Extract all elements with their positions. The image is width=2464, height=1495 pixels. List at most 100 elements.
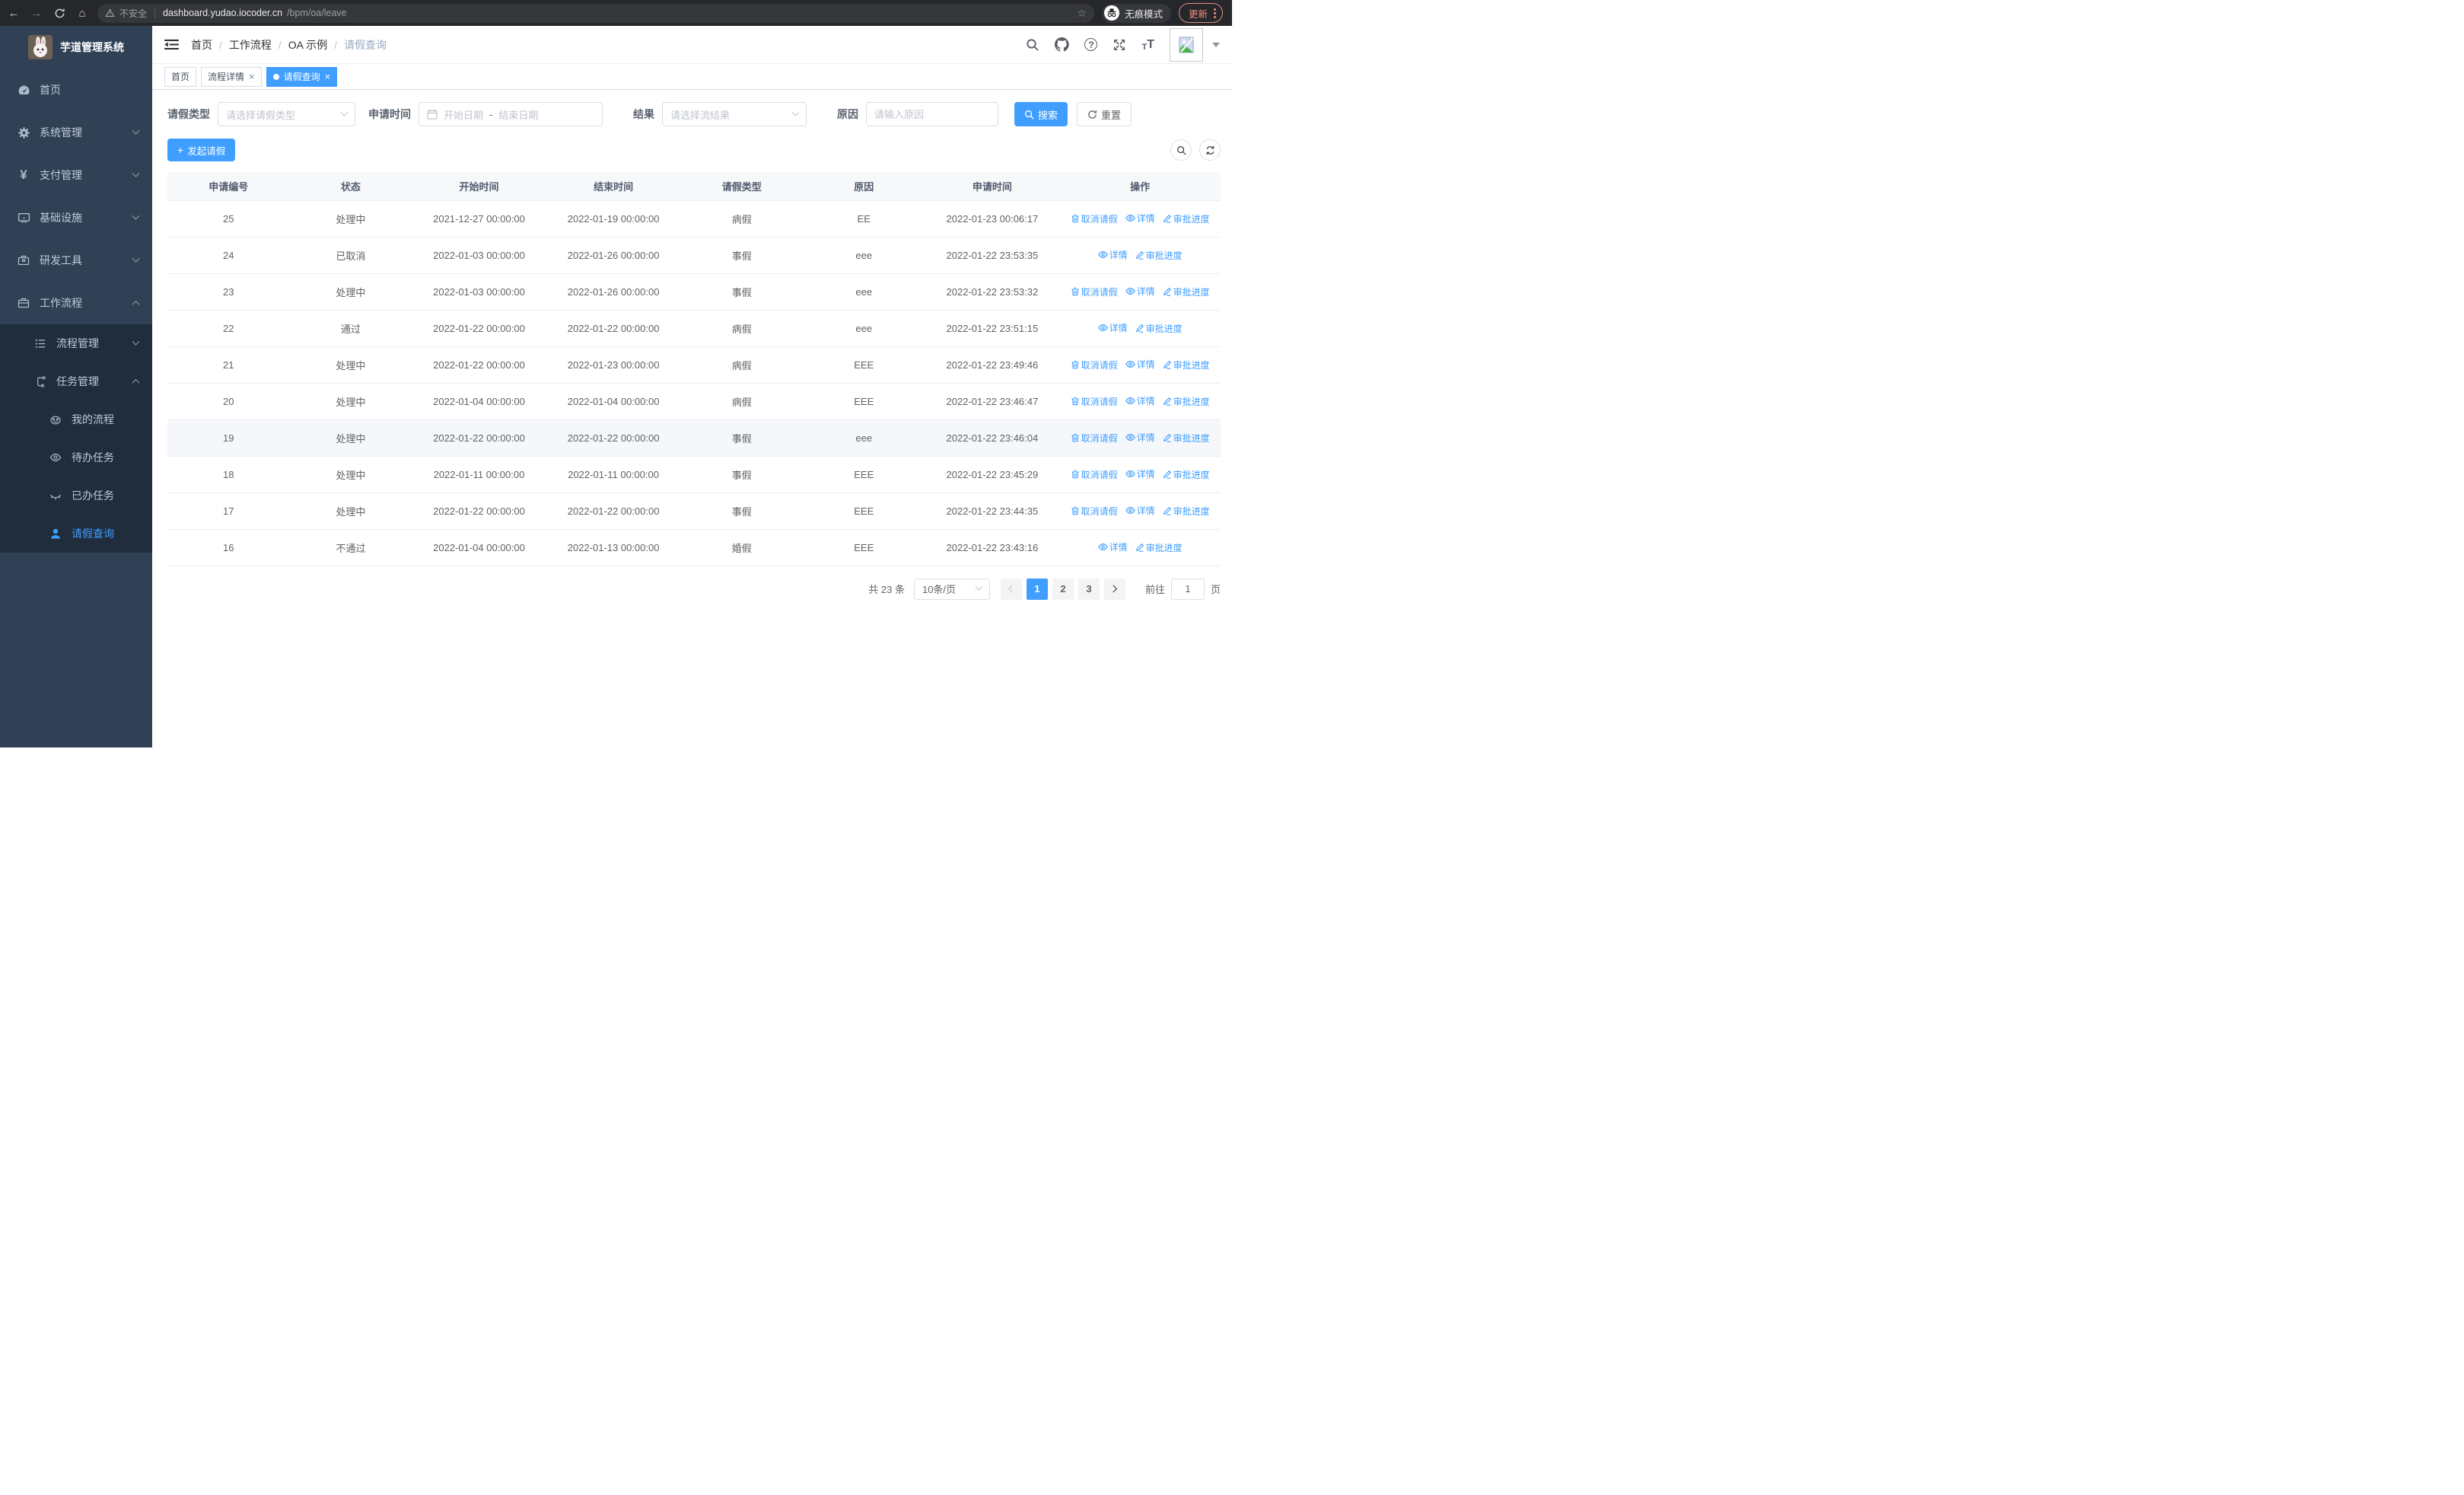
tab-leave-query[interactable]: 请假查询 × bbox=[266, 66, 338, 87]
reason-input[interactable] bbox=[874, 108, 990, 120]
cell-status: 通过 bbox=[289, 310, 412, 347]
detail-link[interactable]: 详情 bbox=[1125, 467, 1155, 480]
cell-start: 2022-01-11 00:00:00 bbox=[412, 456, 546, 493]
cancel-link[interactable]: 取消请假 bbox=[1071, 468, 1118, 481]
cancel-link[interactable]: 取消请假 bbox=[1071, 359, 1118, 371]
cell-start: 2022-01-22 00:00:00 bbox=[412, 419, 546, 457]
cell-apply_time: 2022-01-22 23:46:04 bbox=[925, 419, 1060, 457]
sidebar-item-workflow[interactable]: 工作流程 bbox=[0, 282, 152, 324]
url-bar[interactable]: 不安全 dashboard.yudao.iocoder.cn/bpm/oa/le… bbox=[97, 3, 1094, 23]
cancel-link[interactable]: 取消请假 bbox=[1071, 505, 1118, 518]
result-select[interactable]: 请选择流结果 bbox=[662, 102, 807, 126]
font-size-icon[interactable]: TT bbox=[1141, 38, 1154, 52]
detail-link[interactable]: 详情 bbox=[1125, 285, 1155, 298]
jump-page-input[interactable] bbox=[1170, 578, 1205, 600]
cell-id: 17 bbox=[167, 492, 290, 530]
bookmark-star-icon[interactable]: ☆ bbox=[1077, 7, 1087, 20]
show-search-button[interactable] bbox=[1170, 139, 1192, 161]
plus-icon: + bbox=[177, 144, 184, 156]
cancel-link[interactable]: 取消请假 bbox=[1071, 432, 1118, 445]
progress-link[interactable]: 审批进度 bbox=[1163, 359, 1210, 371]
detail-link[interactable]: 详情 bbox=[1125, 431, 1155, 444]
progress-link[interactable]: 审批进度 bbox=[1163, 505, 1210, 518]
reload-icon[interactable] bbox=[52, 5, 67, 21]
sidebar-item-process-mgmt[interactable]: 流程管理 bbox=[0, 324, 152, 362]
progress-link[interactable]: 审批进度 bbox=[1135, 249, 1183, 262]
sidebar-item-devtools[interactable]: 研发工具 bbox=[0, 239, 152, 282]
progress-link[interactable]: 审批进度 bbox=[1135, 322, 1183, 335]
page-button-2[interactable]: 2 bbox=[1052, 578, 1074, 600]
close-icon[interactable]: × bbox=[325, 72, 331, 81]
search-icon[interactable] bbox=[1026, 38, 1039, 52]
detail-link[interactable]: 详情 bbox=[1097, 248, 1128, 261]
cancel-link[interactable]: 取消请假 bbox=[1071, 395, 1118, 408]
cancel-link[interactable]: 取消请假 bbox=[1071, 285, 1118, 298]
sidebar-item-done-tasks[interactable]: 已办任务 bbox=[0, 477, 152, 515]
page-size-select[interactable]: 10条/页 bbox=[913, 578, 990, 600]
help-icon[interactable]: ? bbox=[1084, 38, 1098, 51]
browser-menu-icon[interactable] bbox=[1214, 8, 1216, 18]
cell-id: 22 bbox=[167, 310, 290, 347]
caret-down-icon[interactable] bbox=[1212, 42, 1220, 47]
fullscreen-icon[interactable] bbox=[1113, 38, 1126, 52]
progress-link[interactable]: 审批进度 bbox=[1135, 541, 1183, 554]
list-icon bbox=[33, 338, 47, 349]
tab-process-detail[interactable]: 流程详情 × bbox=[201, 66, 262, 87]
app-logo[interactable]: 芋道管理系统 bbox=[0, 26, 152, 69]
cancel-link[interactable]: 取消请假 bbox=[1071, 212, 1118, 225]
progress-link[interactable]: 审批进度 bbox=[1163, 468, 1210, 481]
cell-type: 病假 bbox=[680, 200, 803, 237]
page-button-3[interactable]: 3 bbox=[1078, 578, 1100, 600]
avatar[interactable] bbox=[1170, 27, 1203, 62]
github-icon[interactable] bbox=[1055, 37, 1070, 52]
apply-time-range-picker[interactable]: 开始日期 - 结束日期 bbox=[419, 102, 603, 126]
page-button-1[interactable]: 1 bbox=[1026, 578, 1048, 600]
next-page-button[interactable] bbox=[1103, 578, 1125, 600]
sidebar-item-my-process[interactable]: 我的流程 bbox=[0, 400, 152, 438]
refresh-table-button[interactable] bbox=[1199, 139, 1221, 161]
cell-type: 病假 bbox=[680, 346, 803, 384]
progress-link[interactable]: 审批进度 bbox=[1163, 285, 1210, 298]
detail-link[interactable]: 详情 bbox=[1125, 394, 1155, 407]
detail-link[interactable]: 详情 bbox=[1125, 358, 1155, 371]
toolbar: + 发起请假 bbox=[167, 139, 1221, 161]
chevron-down-icon bbox=[132, 212, 140, 220]
breadcrumb-item[interactable]: OA 示例 bbox=[288, 37, 327, 53]
sidebar-item-todo-tasks[interactable]: 待办任务 bbox=[0, 438, 152, 477]
update-button[interactable]: 更新 bbox=[1178, 3, 1223, 23]
cell-reason: eee bbox=[802, 310, 925, 347]
leave-type-select[interactable]: 请选择请假类型 bbox=[218, 102, 355, 126]
create-leave-button[interactable]: + 发起请假 bbox=[167, 139, 236, 161]
sidebar-item-pay[interactable]: ¥ 支付管理 bbox=[0, 154, 152, 196]
sidebar-fold-icon[interactable] bbox=[164, 39, 179, 50]
sidebar-item-system[interactable]: 系统管理 bbox=[0, 111, 152, 154]
forward-icon[interactable]: → bbox=[29, 5, 44, 21]
col-start-time: 开始时间 bbox=[412, 172, 546, 201]
sidebar-item-home[interactable]: 首页 bbox=[0, 69, 152, 111]
date-start-placeholder: 开始日期 bbox=[444, 109, 484, 121]
table-row: 25 处理中 2021-12-27 00:00:00 2022-01-19 00:00… bbox=[167, 200, 1221, 237]
home-icon[interactable]: ⌂ bbox=[75, 5, 90, 21]
breadcrumb-item[interactable]: 工作流程 bbox=[229, 37, 272, 53]
tab-label: 请假查询 bbox=[283, 72, 320, 82]
progress-link[interactable]: 审批进度 bbox=[1163, 212, 1210, 225]
cell-type: 事假 bbox=[680, 456, 803, 493]
sidebar-item-task-mgmt[interactable]: 任务管理 bbox=[0, 362, 152, 400]
progress-link[interactable]: 审批进度 bbox=[1163, 432, 1210, 445]
sidebar-item-leave-query[interactable]: 请假查询 bbox=[0, 515, 152, 553]
detail-link[interactable]: 详情 bbox=[1125, 504, 1155, 517]
detail-link[interactable]: 详情 bbox=[1125, 212, 1155, 225]
tab-home[interactable]: 首页 bbox=[164, 66, 197, 87]
breadcrumb-item[interactable]: 首页 bbox=[191, 37, 212, 53]
sidebar-item-infra[interactable]: 基础设施 bbox=[0, 196, 152, 239]
reset-button[interactable]: 重置 bbox=[1077, 102, 1132, 126]
detail-link[interactable]: 详情 bbox=[1097, 540, 1128, 553]
prev-page-button[interactable] bbox=[1000, 578, 1022, 600]
progress-link[interactable]: 审批进度 bbox=[1163, 395, 1210, 408]
cell-status: 处理中 bbox=[289, 492, 412, 530]
back-icon[interactable]: ← bbox=[6, 5, 21, 21]
search-button[interactable]: 搜索 bbox=[1014, 102, 1068, 126]
close-icon[interactable]: × bbox=[249, 72, 255, 81]
logo-image bbox=[28, 35, 53, 59]
detail-link[interactable]: 详情 bbox=[1097, 321, 1128, 334]
